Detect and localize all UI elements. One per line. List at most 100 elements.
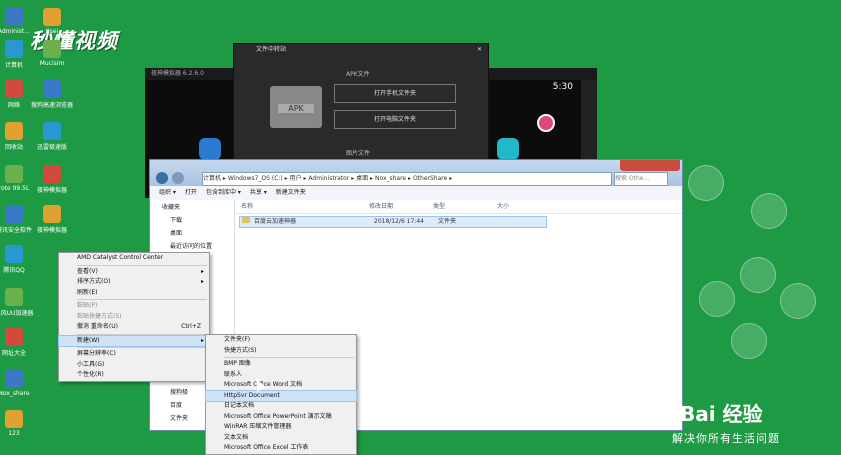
menu-item-label: HttpSvr Document xyxy=(224,391,280,399)
image-section-label: 图片文件 xyxy=(346,150,371,157)
menu-item[interactable]: 快捷方式(S) xyxy=(206,346,356,357)
menu-shortcut: Ctrl+Z xyxy=(181,323,201,330)
column-header[interactable]: 名称 xyxy=(241,200,253,213)
desktop-icon[interactable]: Ksei xyxy=(30,8,74,35)
menu-item[interactable]: 粘贴快捷方式(S) xyxy=(59,312,209,323)
app-icon xyxy=(5,370,23,388)
menu-item[interactable]: 个性化(R) xyxy=(59,370,209,381)
menu-item-label: 新建(W) xyxy=(77,336,100,344)
emulator-float-icon[interactable] xyxy=(537,114,555,132)
menu-item[interactable]: 小工具(G) xyxy=(59,360,209,371)
desktop-icon[interactable]: 搜狗高速浏览器 xyxy=(30,80,74,109)
toolbar-button[interactable]: 共享 ▾ xyxy=(250,189,267,196)
file-row[interactable]: 百度云加速神器 2018/12/6 17:44 文件夹 xyxy=(239,216,547,228)
menu-item[interactable]: 粘贴(P) xyxy=(59,301,209,312)
desktop-icon[interactable]: 123 xyxy=(0,410,36,437)
desktop-icon-label: Ksei xyxy=(45,28,59,35)
menu-item[interactable]: 刷新(E) xyxy=(59,288,209,299)
emulator-help-icon[interactable] xyxy=(497,138,519,160)
menu-item-label: BMP 图像 xyxy=(224,360,251,367)
app-icon xyxy=(43,8,61,26)
desktop-icon-label: 腾讯QQ xyxy=(3,267,25,274)
emulator-app-icon[interactable] xyxy=(199,138,221,160)
desktop-icon-label: 夜神模拟器 xyxy=(36,227,67,234)
app-icon xyxy=(5,410,23,428)
menu-item[interactable]: 新建(W) ▸ xyxy=(58,334,210,347)
toolbar-button[interactable]: 打开 xyxy=(185,189,197,196)
menu-item-label: 粘贴快捷方式(S) xyxy=(77,312,122,320)
desktop-icon-label: 暴风UU加速器 xyxy=(0,310,34,317)
column-header[interactable]: 大小 xyxy=(497,200,509,213)
menu-item-label: Microsoft Office Excel 工作表 xyxy=(224,444,309,451)
new-submenu[interactable]: 文件夹(F) 快捷方式(S) BMP 图像联系人 Microsoft Office W… xyxy=(205,334,357,455)
app-icon xyxy=(5,80,23,98)
column-header[interactable]: 类型 xyxy=(433,200,445,213)
open-phone-folder-button[interactable]: 打开手机文件夹 xyxy=(334,84,456,103)
desktop-icon[interactable]: 夜神模拟器 xyxy=(30,205,74,234)
menu-separator xyxy=(77,299,207,300)
address-bar[interactable]: 计算机 ▸ Windows7_OS (C:) ▸ 用户 ▸ Administra… xyxy=(202,172,612,186)
menu-item[interactable]: Microsoft Office Word 文档 xyxy=(206,380,356,391)
menu-separator xyxy=(77,264,207,266)
toolbar-button[interactable]: 组织 ▾ xyxy=(159,189,176,196)
desktop-icon[interactable]: 迅雷极速版 xyxy=(30,122,74,151)
app-icon xyxy=(43,122,61,140)
desktop-icon[interactable]: Mucisim xyxy=(30,40,74,67)
desktop-icon-label: 搜狗高速浏览器 xyxy=(30,102,73,109)
explorer-titlebar[interactable]: 计算机 ▸ Windows7_OS (C:) ▸ 用户 ▸ Administra… xyxy=(150,160,682,186)
app-icon xyxy=(5,122,23,140)
app-icon xyxy=(5,205,23,223)
menu-item[interactable]: WinRAR 压缩文件管理器 xyxy=(206,422,356,433)
menu-item[interactable]: 查看(V) ▸ xyxy=(59,267,209,278)
menu-item[interactable]: 排序方式(O) ▸ xyxy=(59,277,209,288)
apk-label: APK xyxy=(278,104,314,113)
file-name: 百度云加速神器 xyxy=(254,218,297,225)
toolbar-button[interactable]: 新建文件夹 xyxy=(276,189,306,196)
desktop-icon[interactable]: 腾讯QQ xyxy=(0,245,36,274)
toolbar-button[interactable]: 包含到库中 ▾ xyxy=(206,189,241,196)
forward-icon[interactable] xyxy=(172,172,184,184)
file-date: 2018/12/6 17:44 xyxy=(374,218,424,225)
desktop-icon[interactable]: 夜神模拟器 xyxy=(30,165,74,194)
app-icon xyxy=(5,8,23,26)
menu-item[interactable]: 屏幕分辨率(C) xyxy=(59,349,209,360)
submenu-arrow-icon: ▸ xyxy=(200,278,204,285)
menu-item[interactable]: BMP 图像 xyxy=(206,359,356,370)
open-pc-folder-button[interactable]: 打开电脑文件夹 xyxy=(334,110,456,129)
decor-circle xyxy=(751,193,787,229)
back-icon[interactable] xyxy=(156,172,168,184)
menu-item-label: 文本文档 xyxy=(224,433,249,441)
desktop-icon[interactable]: 暴风UU加速器 xyxy=(0,288,36,317)
nav-item[interactable]: 桌面 xyxy=(150,226,234,239)
desktop-icon-label: Nox_share xyxy=(0,390,30,397)
menu-item[interactable]: Microsoft Office PowerPoint 演示文稿 xyxy=(206,412,356,423)
menu-item[interactable]: 撤消 重命名(U) Ctrl+Z xyxy=(59,322,209,333)
explorer-toolbar: 组织 ▾ 打开 包含到库中 ▾ 共享 ▾ 新建文件夹 xyxy=(150,186,682,201)
app-icon xyxy=(43,40,61,58)
column-headers: 名称 修改日期 类型 大小 xyxy=(235,200,682,214)
desktop-icon[interactable]: Nox_share xyxy=(0,370,36,397)
menu-item-label: 查看(V) xyxy=(77,267,98,275)
menu-item[interactable]: AMD Catalyst Control Center xyxy=(59,253,209,264)
app-icon xyxy=(5,328,23,346)
emulator-time: 5:30 xyxy=(552,82,573,92)
menu-item[interactable]: 联系人 xyxy=(206,370,356,381)
menu-item[interactable]: 文本文档 xyxy=(206,433,356,444)
menu-item[interactable]: Microsoft Office Excel 工作表 xyxy=(206,443,356,454)
menu-item[interactable]: HttpSvr Document xyxy=(205,389,357,402)
desktop-context-menu[interactable]: AMD Catalyst Control Center 查看(V) ▸ 排序方式(O)… xyxy=(58,252,210,382)
column-header[interactable]: 修改日期 xyxy=(369,200,393,213)
nav-item[interactable]: 收藏夹 xyxy=(150,200,234,213)
decor-circle xyxy=(780,283,816,319)
menu-item[interactable]: 日记本文档 xyxy=(206,401,356,412)
menu-separator xyxy=(224,357,354,358)
app-icon xyxy=(43,205,61,223)
search-input[interactable]: 搜索 Othe… xyxy=(614,172,668,186)
close-icon[interactable]: ✕ xyxy=(477,44,482,56)
desktop-icon-label: 迅雷极速版 xyxy=(36,144,67,151)
menu-item[interactable]: 文件夹(F) xyxy=(206,335,356,346)
nav-item[interactable]: 最近访问的位置 xyxy=(150,239,234,252)
desktop-icon[interactable]: 网址大全 xyxy=(0,328,36,357)
nav-item[interactable]: 下载 xyxy=(150,213,234,226)
window-controls[interactable] xyxy=(620,160,680,171)
